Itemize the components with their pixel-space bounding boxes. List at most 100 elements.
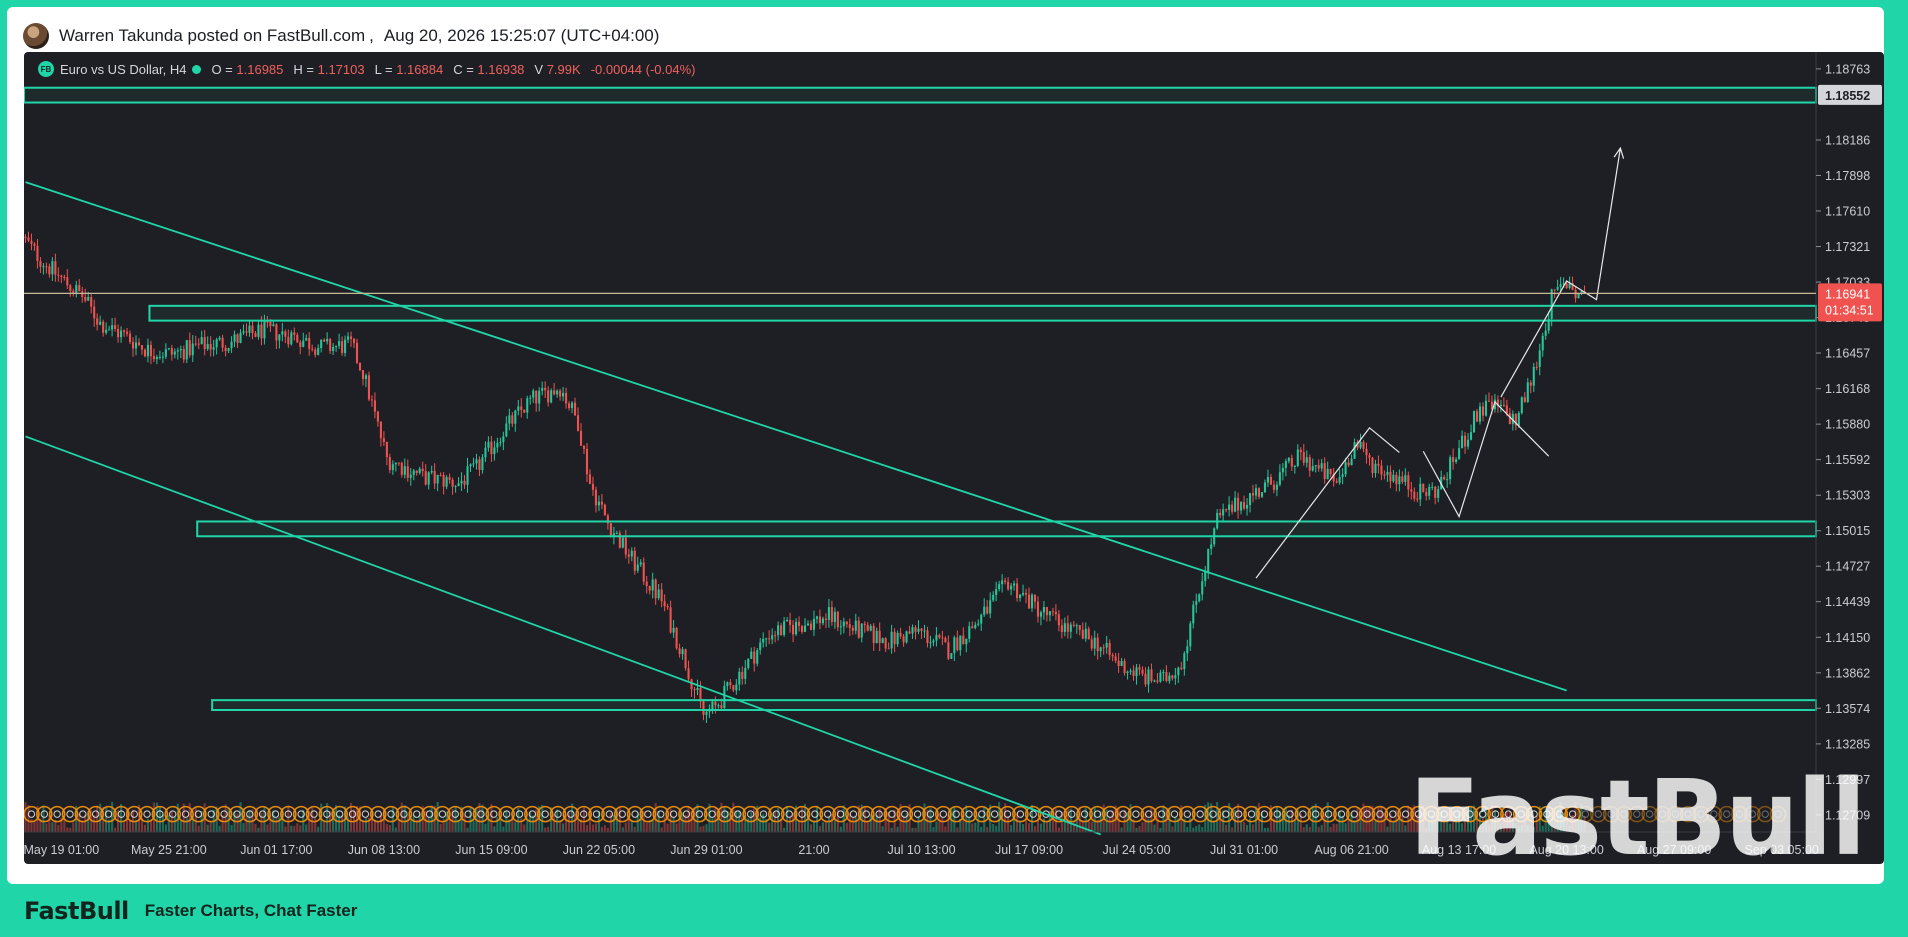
candle-body xyxy=(630,550,633,557)
volume-bar xyxy=(1323,813,1326,832)
x-tick-label: May 25 21:00 xyxy=(131,843,207,857)
candle-body xyxy=(317,348,320,355)
candle-body xyxy=(815,616,819,619)
candle-body xyxy=(645,581,648,587)
candle-body xyxy=(397,462,400,464)
volume-bar xyxy=(600,827,603,832)
volume-bar xyxy=(427,817,430,832)
chart-legend: FB Euro vs US Dollar, H4 O = 1.16985 H =… xyxy=(38,61,695,77)
candle-body xyxy=(108,329,111,331)
candle-body xyxy=(905,631,908,643)
candle-body xyxy=(624,537,627,555)
chart-panel[interactable]: 1.18763 1.18186 1.17898 1.17610 1.17321 1.170… xyxy=(24,52,1884,864)
candle-body xyxy=(248,325,251,333)
candle-body xyxy=(1177,667,1180,676)
candle-body xyxy=(932,640,935,643)
candle-body xyxy=(1350,458,1353,466)
candle-body xyxy=(1153,680,1156,682)
candle-body xyxy=(406,466,409,478)
candle-body xyxy=(1272,484,1275,490)
volume-bar xyxy=(224,804,227,832)
current-price-value: 1.16941 xyxy=(1825,287,1870,301)
volume-bar xyxy=(971,823,974,832)
candle-body xyxy=(1458,448,1461,460)
candle-body xyxy=(576,415,580,431)
candle-body xyxy=(783,621,786,635)
volume-bar xyxy=(974,822,977,832)
candle-body xyxy=(290,332,293,345)
candle-body xyxy=(1487,400,1491,402)
candle-body xyxy=(830,607,833,622)
footer-logo[interactable]: FastBull xyxy=(24,897,129,925)
candle-body xyxy=(1192,604,1195,624)
candle-body xyxy=(827,607,830,620)
candle-body xyxy=(1410,489,1413,492)
candle-body xyxy=(1183,653,1186,670)
candle-body xyxy=(878,630,881,643)
candle-body xyxy=(69,285,72,292)
candlestick-chart[interactable]: 1.187631.181861.178981.176101.173211.170… xyxy=(24,52,1884,864)
candle-body xyxy=(845,621,848,625)
candle-body xyxy=(481,457,484,471)
volume-bar xyxy=(1344,823,1347,832)
candle-body xyxy=(1344,462,1347,475)
candle-body xyxy=(744,667,747,679)
candle-body xyxy=(143,349,147,357)
volume-bar xyxy=(278,816,281,832)
bar-countdown: 01:34:51 xyxy=(1825,303,1874,317)
volume-bar xyxy=(839,826,842,832)
volume-bar xyxy=(938,813,941,832)
volume-bar xyxy=(630,820,633,832)
candle-body xyxy=(1021,592,1025,595)
candle-body xyxy=(747,658,750,668)
volume-bar xyxy=(45,823,48,832)
y-tick-label: 1.15015 xyxy=(1825,524,1870,538)
candle-body xyxy=(780,625,783,635)
volume-bar xyxy=(1386,826,1389,832)
candle-body xyxy=(275,324,278,341)
volume-bar xyxy=(376,821,379,832)
candle-body xyxy=(400,462,403,475)
candle-body xyxy=(511,415,514,424)
x-tick-label: Jun 29 01:00 xyxy=(670,843,742,857)
volume-bar xyxy=(547,826,550,832)
volume-bar xyxy=(1162,805,1165,832)
candle-body xyxy=(965,638,968,645)
candle-body xyxy=(1102,647,1105,649)
volume-bar xyxy=(403,805,406,832)
candle-body xyxy=(938,634,941,638)
candle-body xyxy=(338,341,341,346)
author-line[interactable]: Warren Takunda posted on FastBull.com xyxy=(59,26,365,46)
candle-body xyxy=(1302,452,1305,463)
volume-bar xyxy=(532,815,535,832)
candle-body xyxy=(490,441,493,455)
candle-body xyxy=(484,447,487,458)
candle-body xyxy=(854,620,857,631)
candle-body xyxy=(777,625,780,636)
volume-bar xyxy=(430,805,433,832)
candle-body xyxy=(824,618,827,620)
change-value: -0.00044 (-0.04%) xyxy=(590,61,696,77)
candle-body xyxy=(188,340,191,356)
symbol-name[interactable]: Euro vs US Dollar, H4 xyxy=(60,62,186,77)
volume-bar xyxy=(559,821,562,832)
high-label: H = xyxy=(293,61,314,77)
volume-bar xyxy=(1237,803,1240,832)
candle-body xyxy=(367,375,371,400)
volume-bar xyxy=(1057,827,1060,832)
volume-bar xyxy=(1263,827,1267,832)
author-avatar[interactable] xyxy=(23,23,49,49)
event-coin-center xyxy=(1029,810,1037,818)
candle-body xyxy=(995,589,998,595)
candle-body xyxy=(167,348,170,350)
fastbull-watermark: FastBull xyxy=(1409,757,1866,864)
candle-body xyxy=(1016,583,1019,599)
volume-bar xyxy=(562,823,565,832)
candle-body xyxy=(114,325,117,329)
volume-bar xyxy=(591,824,595,832)
candle-body xyxy=(179,349,182,351)
volume-bar xyxy=(502,826,505,832)
candle-body xyxy=(1353,442,1356,459)
candle-body xyxy=(499,442,502,444)
candle-body xyxy=(1013,583,1016,586)
